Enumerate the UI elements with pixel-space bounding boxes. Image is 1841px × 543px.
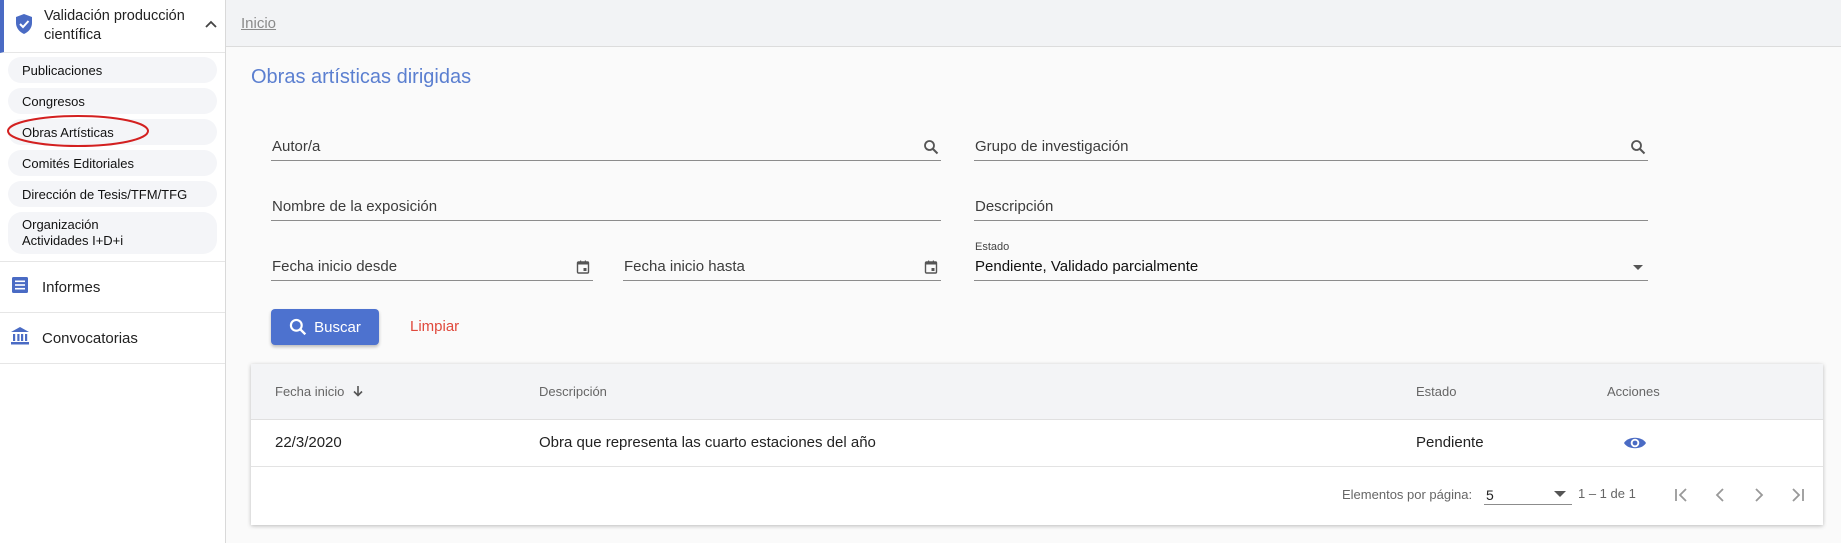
clear-button[interactable]: Limpiar (410, 318, 459, 335)
fecha-hasta-field[interactable]: Fecha inicio hasta (623, 255, 941, 281)
sidebar-item-label: Convocatorias (42, 329, 138, 347)
column-header-descripcion: Descripción (539, 384, 607, 399)
nombre-exposicion-placeholder: Nombre de la exposición (272, 198, 438, 215)
fecha-desde-placeholder: Fecha inicio desde (272, 258, 398, 275)
caret-down-icon[interactable] (1630, 259, 1646, 275)
arrow-down-icon (353, 386, 363, 397)
descripcion-placeholder: Descripción (975, 198, 1054, 215)
chevron-up-icon[interactable] (203, 17, 219, 33)
last-page-icon[interactable] (1786, 483, 1810, 507)
search-button[interactable]: Buscar (271, 309, 379, 345)
sidebar-item-convocatorias[interactable]: Convocatorias (0, 313, 225, 364)
search-icon (289, 318, 307, 336)
sidebar-item-label: Publicaciones (22, 62, 103, 78)
estado-select[interactable]: Estado Pendiente, Validado parcialmente (974, 241, 1648, 281)
column-header-label: Fecha inicio (275, 384, 345, 399)
bank-icon (10, 326, 30, 351)
breadcrumb-home-link[interactable]: Inicio (241, 15, 276, 32)
column-header-acciones: Acciones (1607, 384, 1660, 399)
main-content: Inicio Obras artísticas dirigidas Autor/… (226, 0, 1841, 543)
search-icon[interactable] (1630, 139, 1646, 155)
sidebar-section-label: Validación producción científica (44, 8, 185, 43)
results-table: Fecha inicio Descripción Estado Acciones… (251, 364, 1823, 525)
autor-placeholder: Autor/a (272, 138, 321, 155)
sidebar-item-label: Obras Artísticas (22, 124, 114, 140)
page-range-label: 1 – 1 de 1 (1578, 486, 1636, 501)
sidebar-item-publicaciones[interactable]: Publicaciones (8, 57, 217, 83)
descripcion-field[interactable]: Descripción (974, 195, 1648, 221)
sidebar-item-label: Congresos (22, 93, 85, 109)
autor-field[interactable]: Autor/a (271, 135, 941, 161)
nombre-exposicion-field[interactable]: Nombre de la exposición (271, 195, 941, 221)
search-icon[interactable] (923, 139, 939, 155)
breadcrumb: Inicio (226, 0, 1841, 47)
first-page-icon[interactable] (1669, 483, 1693, 507)
caret-down-icon (1554, 491, 1566, 497)
sidebar-item-direccion-tesis[interactable]: Dirección de Tesis/TFM/TFG (8, 181, 217, 207)
next-page-icon[interactable] (1747, 483, 1771, 507)
sidebar-section-validacion[interactable]: Validación producción científica (0, 0, 225, 53)
column-header-fecha[interactable]: Fecha inicio (275, 384, 364, 399)
calendar-icon[interactable] (575, 259, 591, 275)
cell-estado: Pendiente (1416, 434, 1484, 451)
cell-fecha: 22/3/2020 (275, 434, 342, 451)
sidebar-item-comites-editoriales[interactable]: Comités Editoriales (8, 150, 217, 176)
estado-label: Estado (975, 241, 1010, 253)
page-title: Obras artísticas dirigidas (251, 66, 472, 88)
sidebar-item-label: Comités Editoriales (22, 155, 134, 171)
shield-check-icon (14, 13, 34, 40)
sidebar-submenu: Publicaciones Congresos Obras Artísticas… (0, 53, 225, 262)
sidebar-item-informes[interactable]: Informes (0, 262, 225, 313)
fecha-hasta-placeholder: Fecha inicio hasta (624, 258, 745, 275)
page-size-select[interactable]: 5 (1484, 481, 1572, 505)
sidebar-item-organizacion-actividades[interactable]: Organización Actividades I+D+i (8, 212, 217, 254)
cell-descripcion: Obra que representa las cuarto estacione… (539, 434, 876, 451)
page-size-value: 5 (1486, 487, 1494, 503)
grupo-placeholder: Grupo de investigación (975, 138, 1129, 155)
calendar-icon[interactable] (923, 259, 939, 275)
sidebar-item-congresos[interactable]: Congresos (8, 88, 217, 114)
previous-page-icon[interactable] (1708, 483, 1732, 507)
list-icon (10, 275, 30, 300)
fecha-desde-field[interactable]: Fecha inicio desde (271, 255, 593, 281)
sidebar-item-label: Informes (42, 278, 101, 296)
table-row: 22/3/2020 Obra que representa las cuarto… (251, 420, 1823, 467)
sidebar-item-label: Dirección de Tesis/TFM/TFG (22, 186, 188, 202)
sidebar-item-label: Organización Actividades I+D+i (22, 217, 124, 248)
estado-value: Pendiente, Validado parcialmente (975, 258, 1199, 275)
eye-icon[interactable] (1623, 433, 1647, 453)
sidebar: Validación producción científica Publica… (0, 0, 226, 543)
paginator: Elementos por página: 5 1 – 1 de 1 (251, 467, 1823, 524)
items-per-page-label: Elementos por página: (1342, 487, 1473, 502)
table-header: Fecha inicio Descripción Estado Acciones (251, 364, 1823, 420)
grupo-investigacion-field[interactable]: Grupo de investigación (974, 135, 1648, 161)
sidebar-item-obras-artisticas[interactable]: Obras Artísticas (7, 115, 217, 147)
search-button-label: Buscar (314, 318, 361, 336)
column-header-estado: Estado (1416, 384, 1457, 399)
